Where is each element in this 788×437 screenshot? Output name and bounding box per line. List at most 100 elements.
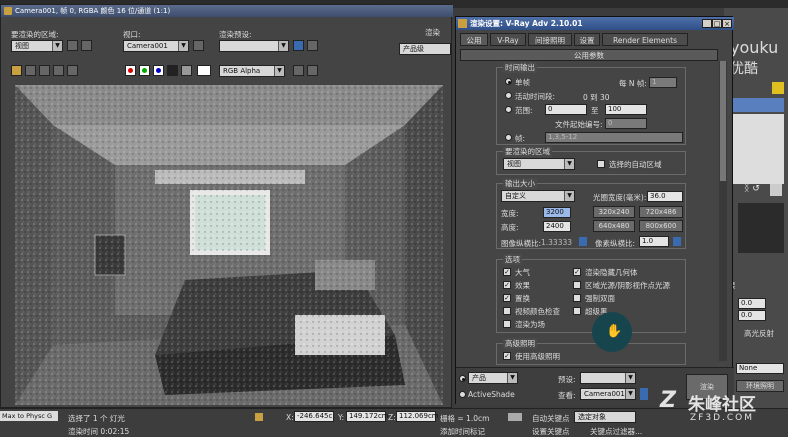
atmosphere-checkbox[interactable]: ✓ <box>503 268 511 276</box>
frames-field[interactable]: 1,3,5-12 <box>545 132 683 143</box>
list-box[interactable] <box>728 114 784 184</box>
preset-320x240-button[interactable]: 320x240 <box>593 206 635 218</box>
preset-800x600-button[interactable]: 800x600 <box>639 220 683 232</box>
production-dropdown[interactable]: 产品 ▼ <box>468 372 518 384</box>
render-area-dropdown[interactable]: 视图 ▼ <box>503 158 575 170</box>
view-dropdown[interactable]: Camera001 ▼ <box>580 388 636 400</box>
file-number-field[interactable]: 0 <box>605 118 647 129</box>
tab-render-elements[interactable]: Render Elements <box>602 33 688 46</box>
copy-image-icon[interactable] <box>25 65 36 76</box>
render-fields-label: 渲染为场 <box>515 320 545 329</box>
preset-720x486-button[interactable]: 720x486 <box>639 206 683 218</box>
lock-icon[interactable] <box>81 40 92 51</box>
red-channel-icon[interactable] <box>125 65 136 76</box>
tool-icon[interactable]: ᛝ ↺ <box>744 184 760 194</box>
maxscript-listener[interactable]: Max to Physc G <box>0 411 58 421</box>
view-lock-icon[interactable] <box>640 388 648 400</box>
lock-selection-icon[interactable] <box>255 413 263 421</box>
scroll-thumb[interactable] <box>720 61 726 181</box>
footer-preset-dropdown[interactable]: ▼ <box>580 372 636 384</box>
range-from-field[interactable]: 0 <box>545 104 587 115</box>
swatch-white[interactable] <box>197 65 211 76</box>
product-dropdown[interactable]: 产品级 <box>399 43 451 55</box>
use-adv-lighting-checkbox[interactable]: ✓ <box>503 352 511 360</box>
blue-channel-icon[interactable] <box>153 65 164 76</box>
material-slot[interactable] <box>738 203 784 253</box>
save-image-icon[interactable] <box>11 65 22 76</box>
preset-640x480-button[interactable]: 640x480 <box>593 220 635 232</box>
print-icon[interactable] <box>53 65 64 76</box>
key-filters-button[interactable]: 关键点过滤器... <box>590 426 642 437</box>
auto-region-checkbox[interactable] <box>597 160 605 168</box>
activeshade-radio[interactable] <box>459 391 466 398</box>
pixel-lock-icon[interactable] <box>673 237 681 246</box>
none-field[interactable]: None <box>736 363 784 374</box>
frame-buffer-titlebar[interactable]: Camera001, 帧 0, RGBA 颜色 16 位/通道 (1:1) <box>1 5 453 17</box>
region-icon[interactable] <box>67 40 78 51</box>
super-black-checkbox[interactable] <box>573 307 581 315</box>
clone-window-icon[interactable] <box>39 65 50 76</box>
pixel-aspect-field[interactable]: 1.0 <box>639 236 669 247</box>
active-segment-radio[interactable] <box>505 92 512 99</box>
aperture-field[interactable]: 36.0 <box>647 191 683 202</box>
maximize-icon[interactable]: □ <box>712 19 722 28</box>
displacement-checkbox[interactable]: ✓ <box>503 294 511 302</box>
preset-dropdown[interactable]: ▼ <box>219 40 289 52</box>
channel-dropdown[interactable]: RGB Alpha ▼ <box>219 65 285 77</box>
width-field[interactable]: 3200 <box>543 207 571 218</box>
every-n-field[interactable]: 1 <box>649 77 677 88</box>
value-field-2[interactable]: 0.0 <box>738 310 766 321</box>
production-radio[interactable] <box>459 375 466 382</box>
every-n-label: 每 N 帧: <box>619 79 647 88</box>
auto-key-button[interactable]: 自动关键点 <box>532 413 570 424</box>
set-key-button[interactable]: 设置关键点 <box>532 426 570 437</box>
green-channel-icon[interactable] <box>139 65 150 76</box>
key-mode-icon[interactable] <box>508 413 522 421</box>
alpha-channel-icon[interactable] <box>167 65 178 76</box>
tab-indirect[interactable]: 间接照明 <box>528 33 572 46</box>
display-icon[interactable] <box>293 65 304 76</box>
area-lights-checkbox[interactable] <box>573 281 581 289</box>
scrollbar[interactable] <box>719 61 727 361</box>
tab-vray[interactable]: V-Ray <box>490 33 526 46</box>
split-icon[interactable] <box>307 65 318 76</box>
render-hidden-checkbox[interactable]: ✓ <box>573 268 581 276</box>
environment-icon[interactable] <box>307 40 318 51</box>
pin-icon[interactable] <box>193 40 204 51</box>
z-coordinate[interactable]: 112.069cm <box>396 411 439 422</box>
range-radio[interactable] <box>505 106 512 113</box>
selected-object-dropdown[interactable]: 选定对象 <box>574 411 636 423</box>
mono-icon[interactable] <box>181 65 192 76</box>
render-button[interactable]: 渲染 <box>425 27 440 38</box>
tab-settings[interactable]: 设置 <box>574 33 600 46</box>
video-color-checkbox[interactable] <box>503 307 511 315</box>
height-field[interactable]: 2400 <box>543 221 571 232</box>
effects-label: 效果 <box>515 281 530 290</box>
clear-icon[interactable] <box>67 65 78 76</box>
render-setup-icon[interactable] <box>293 40 304 51</box>
render-fields-checkbox[interactable] <box>503 320 511 328</box>
tool-button[interactable] <box>770 184 782 196</box>
output-preset-dropdown[interactable]: 自定义 ▼ <box>501 190 575 202</box>
active-segment-label: 活动时间段: <box>515 92 556 101</box>
effects-checkbox[interactable]: ✓ <box>503 281 511 289</box>
list-selection[interactable] <box>728 98 784 112</box>
range-to-field[interactable]: 100 <box>605 104 647 115</box>
value-field-1[interactable]: 0.0 <box>738 298 766 309</box>
area-dropdown[interactable]: 视图 ▼ <box>11 40 63 52</box>
common-params-rollout[interactable]: 公用参数 <box>460 49 718 61</box>
x-coordinate[interactable]: -246.645c <box>294 411 334 422</box>
aspect-lock-icon[interactable] <box>579 237 587 246</box>
frame-buffer-window: Camera001, 帧 0, RGBA 颜色 16 位/通道 (1:1) 要渲… <box>0 4 453 408</box>
single-frame-radio[interactable] <box>505 78 512 85</box>
frames-radio[interactable] <box>505 134 512 141</box>
render-setup-titlebar[interactable]: 渲染设置: V-Ray Adv 2.10.01 <box>456 17 734 30</box>
tab-common[interactable]: 公用 <box>460 33 488 46</box>
add-time-tag[interactable]: 添加时间标记 <box>440 426 485 437</box>
y-coordinate[interactable]: 149.172cm <box>346 411 389 422</box>
force-2sided-checkbox[interactable] <box>573 294 581 302</box>
close-icon[interactable]: × <box>722 19 732 28</box>
viewport-dropdown[interactable]: Camera001 ▼ <box>123 40 189 52</box>
minimize-icon[interactable]: _ <box>702 19 712 28</box>
color-swatch[interactable] <box>772 82 784 94</box>
